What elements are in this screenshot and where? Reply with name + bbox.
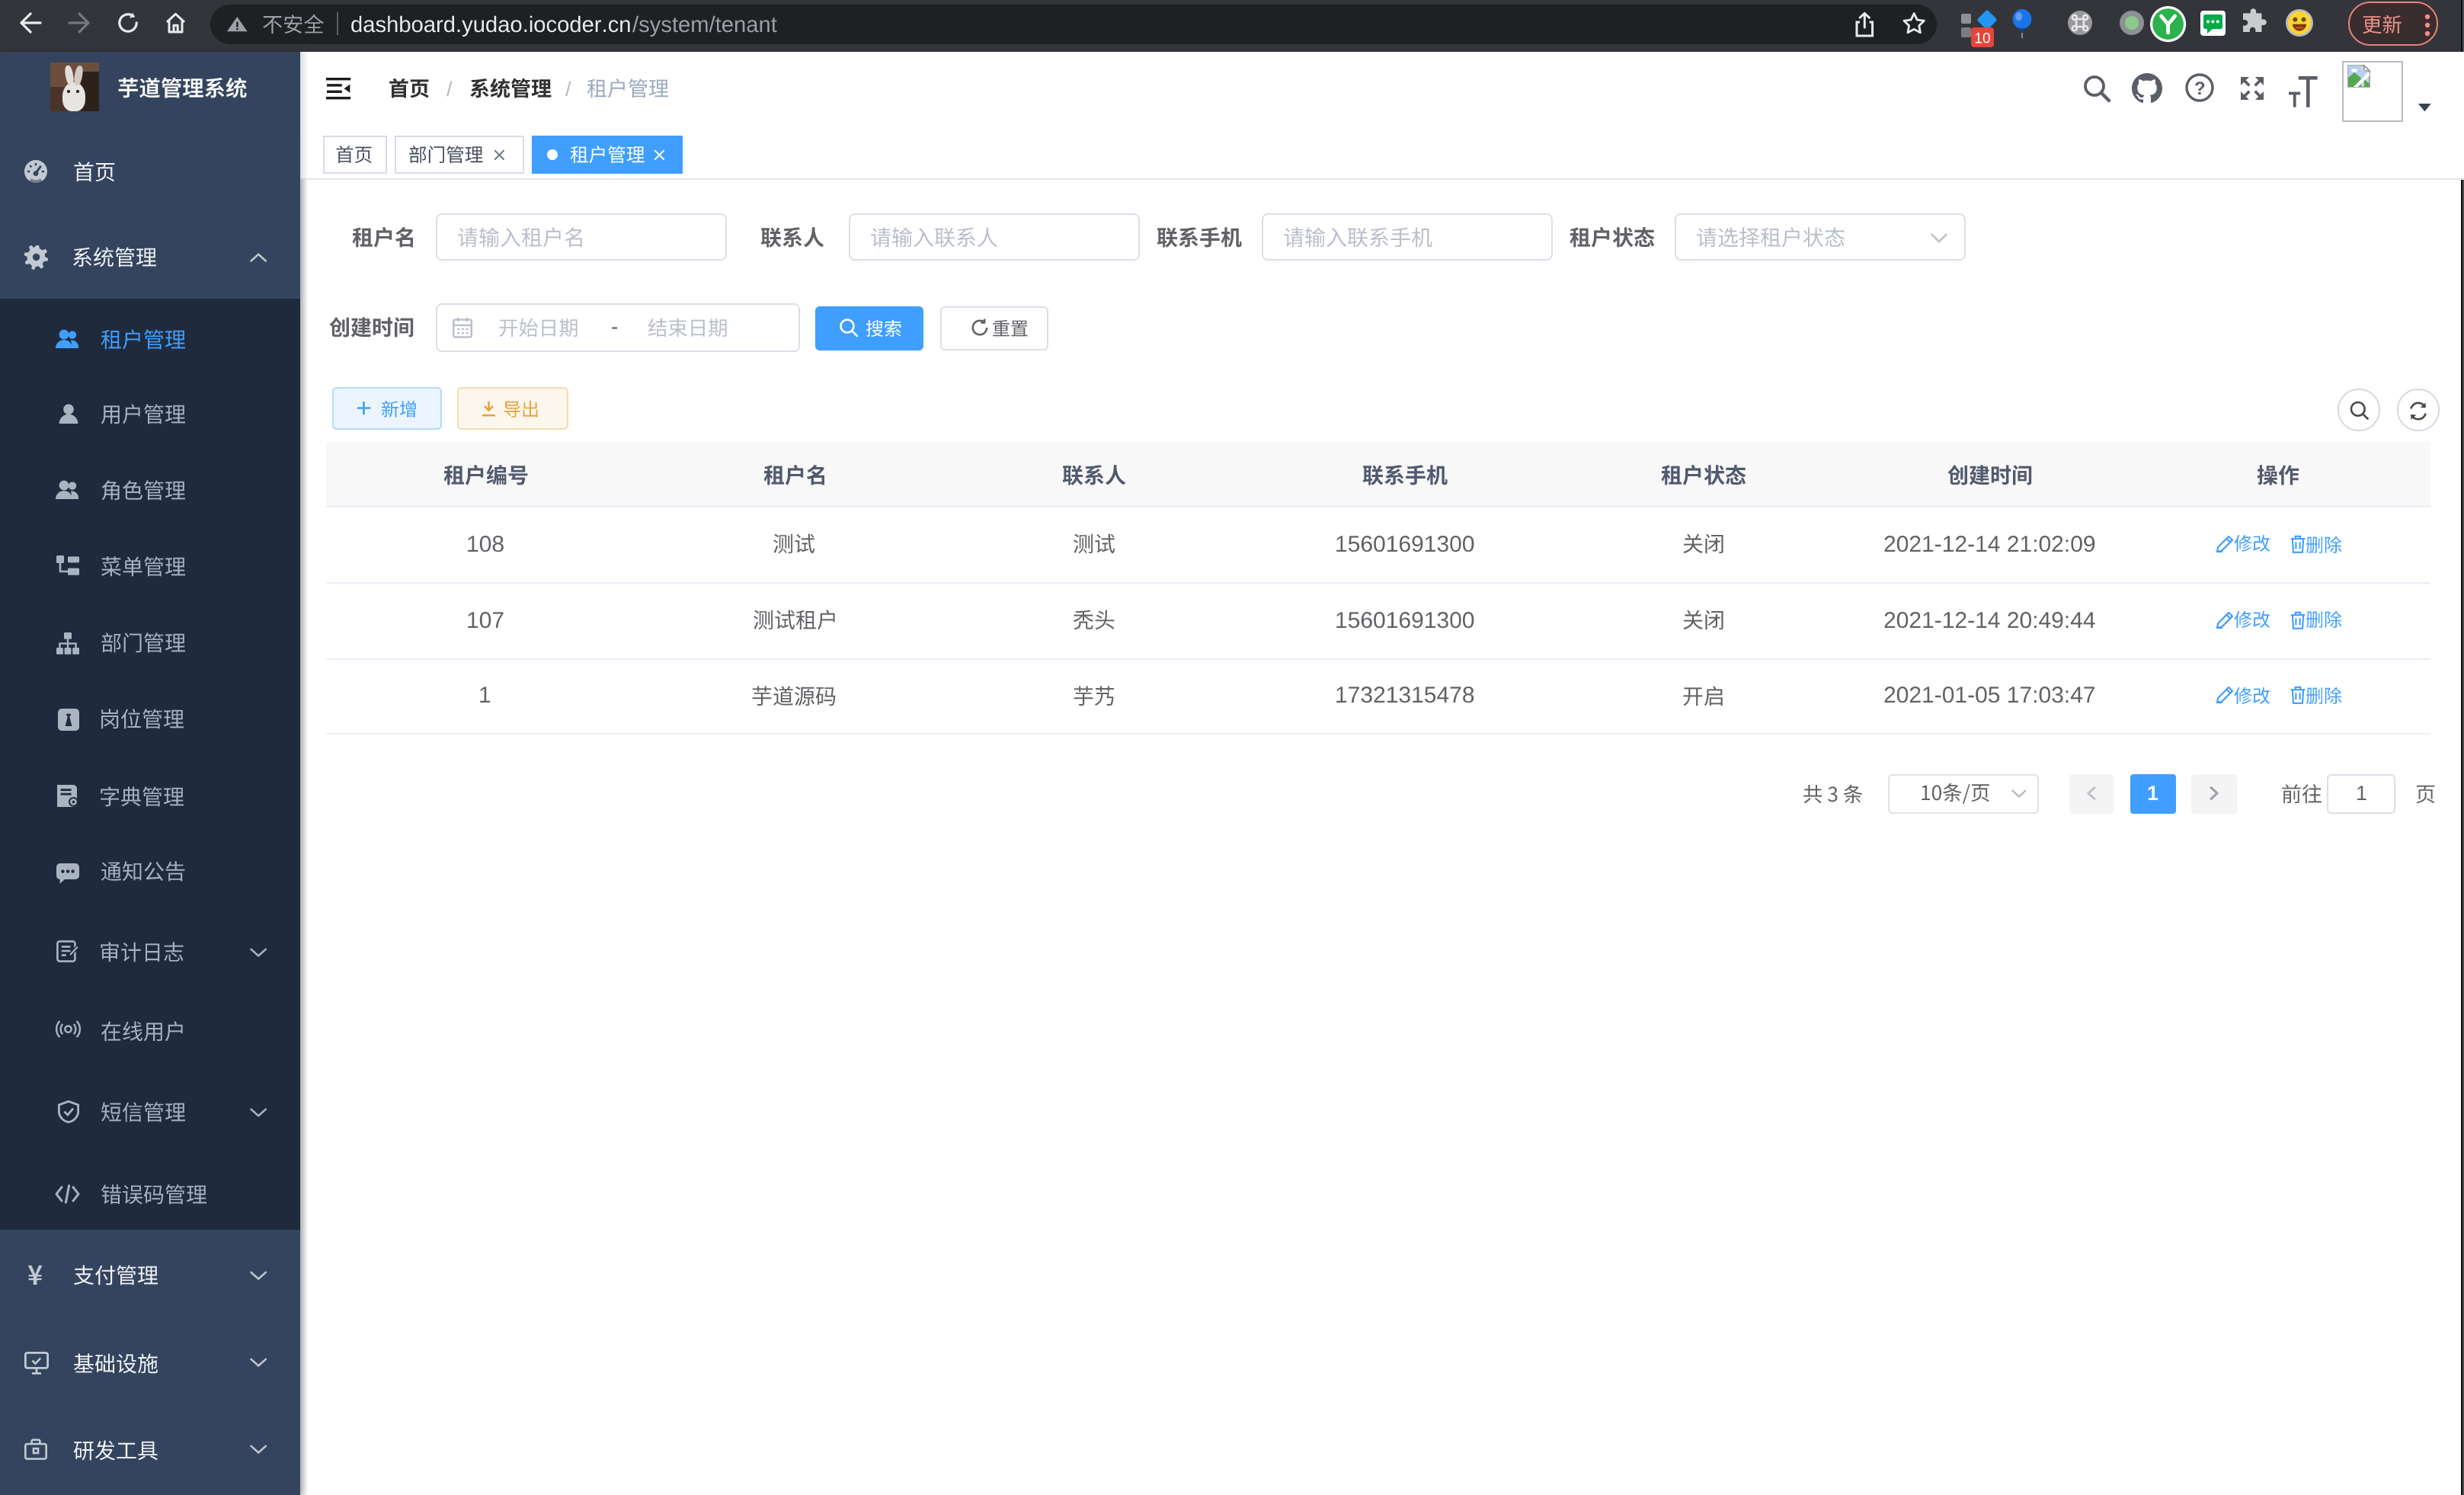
svg-text:10: 10: [1973, 30, 1989, 46]
